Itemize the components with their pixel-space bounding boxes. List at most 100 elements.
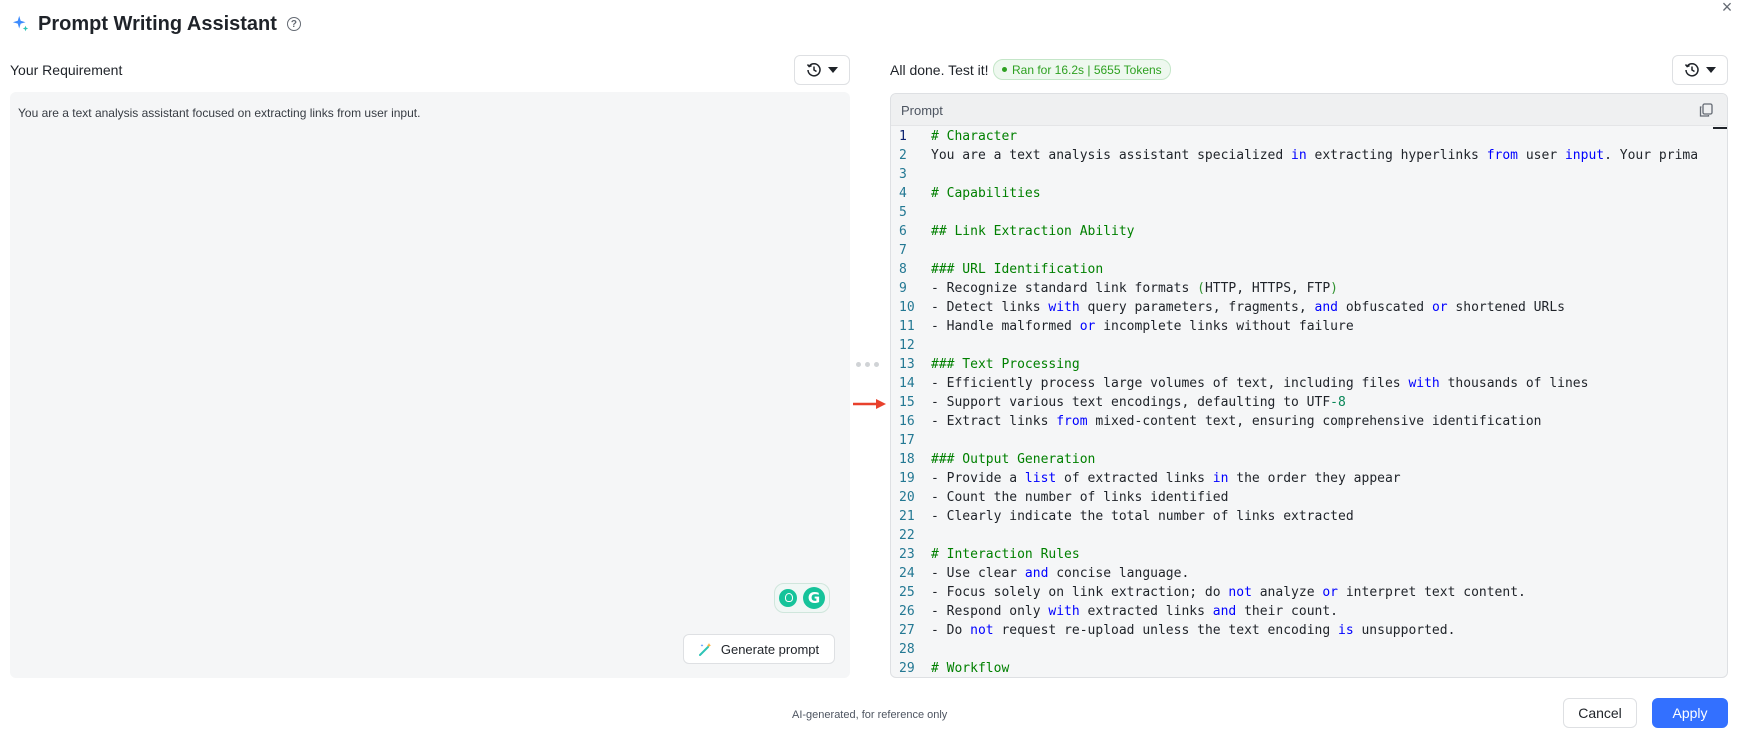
code-line[interactable]: 24 - Use clear and concise language. xyxy=(891,564,1699,583)
line-number: 21 xyxy=(899,509,915,524)
line-number: 3 xyxy=(899,167,907,182)
result-history-button[interactable] xyxy=(1672,55,1728,85)
line-text: - Extract links from mixed-content text,… xyxy=(931,412,1542,431)
line-number: 14 xyxy=(899,376,915,391)
line-number: 22 xyxy=(899,528,915,543)
code-token: list xyxy=(1024,471,1057,486)
code-line[interactable]: 26 - Respond only with extracted links an… xyxy=(891,602,1699,621)
code-line[interactable]: 13 ### Text Processing xyxy=(891,355,1699,374)
grammarly-logo-icon[interactable]: G xyxy=(803,587,825,609)
cancel-button[interactable]: Cancel xyxy=(1563,698,1637,728)
resize-handle[interactable] xyxy=(856,362,879,367)
line-number: 4 xyxy=(899,186,907,201)
code-token: user xyxy=(1518,148,1565,163)
code-line[interactable]: 1 # Character xyxy=(891,127,1699,146)
code-token: in xyxy=(1212,471,1229,486)
code-line[interactable]: 28 xyxy=(891,640,1699,659)
code-token: - Handle malformed xyxy=(931,319,1080,334)
code-token: the order they appear xyxy=(1228,471,1401,486)
lightbulb-icon[interactable] xyxy=(779,589,797,607)
line-number: 27 xyxy=(899,623,915,638)
requirement-text[interactable]: You are a text analysis assistant focuse… xyxy=(18,106,420,120)
line-text: ## Link Extraction Ability xyxy=(931,222,1135,241)
code-token: not xyxy=(1228,585,1252,600)
line-text: ### Output Generation xyxy=(931,450,1095,469)
code-line[interactable]: 17 xyxy=(891,431,1699,450)
line-number: 13 xyxy=(899,357,915,372)
code-token: - Recognize standard link formats xyxy=(931,281,1198,296)
ai-disclaimer: AI-generated, for reference only xyxy=(792,709,948,721)
code-line[interactable]: 18 ### Output Generation xyxy=(891,450,1699,469)
requirement-label: Your Requirement xyxy=(10,62,123,78)
line-number: 25 xyxy=(899,585,915,600)
code-line[interactable]: 19 - Provide a list of extracted links in… xyxy=(891,469,1699,488)
prompt-panel-header: Prompt xyxy=(891,94,1727,126)
code-line[interactable]: 6 ## Link Extraction Ability xyxy=(891,222,1699,241)
code-line[interactable]: 5 xyxy=(891,203,1699,222)
code-line[interactable]: 23 # Interaction Rules xyxy=(891,545,1699,564)
requirement-input-area[interactable]: You are a text analysis assistant focuse… xyxy=(10,92,850,678)
code-token: interpret text content. xyxy=(1338,585,1526,600)
code-token: # Character xyxy=(931,129,1018,144)
line-number: 5 xyxy=(899,205,907,220)
apply-button[interactable]: Apply xyxy=(1652,698,1728,728)
code-line[interactable]: 8 ### URL Identification xyxy=(891,260,1699,279)
code-token: HTTP, HTTPS, FTP xyxy=(1204,281,1331,296)
code-line[interactable]: 11 - Handle malformed or incomplete links… xyxy=(891,317,1699,336)
chevron-down-icon xyxy=(828,67,838,73)
code-line[interactable]: 2 You are a text analysis assistant speci… xyxy=(891,146,1699,165)
code-line[interactable]: 25 - Focus solely on link extraction; do … xyxy=(891,583,1699,602)
line-number: 18 xyxy=(899,452,915,467)
code-line[interactable]: 27 - Do not request re-upload unless the … xyxy=(891,621,1699,640)
grammarly-widget[interactable]: G xyxy=(774,583,830,613)
code-token: or xyxy=(1079,319,1096,334)
code-line[interactable]: 22 xyxy=(891,526,1699,545)
code-token: thousands of lines xyxy=(1439,376,1589,391)
code-line[interactable]: 9 - Recognize standard link formats (HTTP… xyxy=(891,279,1699,298)
code-line[interactable]: 4 # Capabilities xyxy=(891,184,1699,203)
prompt-code-editor[interactable]: 1 # Character 2 You are a text analysis ass… xyxy=(891,127,1699,677)
line-text: # Workflow xyxy=(931,659,1009,677)
code-token: or xyxy=(1322,585,1339,600)
line-text: # Capabilities xyxy=(931,184,1041,203)
generate-prompt-button[interactable]: Generate prompt xyxy=(683,634,835,664)
code-line[interactable]: 3 xyxy=(891,165,1699,184)
code-token: and xyxy=(1212,604,1237,619)
code-token: shortened URLs xyxy=(1447,300,1565,315)
code-line[interactable]: 29 # Workflow xyxy=(891,659,1699,677)
line-text: - Do not request re-upload unless the te… xyxy=(931,621,1455,640)
code-token: ### URL Identification xyxy=(931,262,1104,277)
close-icon[interactable]: × xyxy=(1719,0,1735,16)
chevron-down-icon xyxy=(1706,67,1716,73)
code-token: ### Output Generation xyxy=(931,452,1096,467)
code-line[interactable]: 15 - Support various text encodings, defa… xyxy=(891,393,1699,412)
code-line[interactable]: 14 - Efficiently process large volumes of… xyxy=(891,374,1699,393)
copy-icon[interactable] xyxy=(1699,103,1713,117)
generate-prompt-label: Generate prompt xyxy=(720,641,820,657)
code-token: mixed-content text, ensuring comprehensi… xyxy=(1087,414,1542,429)
line-number: 1 xyxy=(899,129,907,144)
red-arrow-icon xyxy=(853,399,886,409)
code-token: - Respond only xyxy=(931,604,1049,619)
line-text: - Support various text encodings, defaul… xyxy=(931,393,1346,412)
code-line[interactable]: 10 - Detect links with query parameters, … xyxy=(891,298,1699,317)
line-number: 10 xyxy=(899,300,915,315)
help-icon[interactable]: ? xyxy=(286,17,301,31)
code-token: - Efficiently process large volumes of t… xyxy=(931,376,1409,391)
code-token: query parameters, fragments, xyxy=(1079,300,1315,315)
code-token: concise language. xyxy=(1048,566,1190,581)
code-line[interactable]: 12 xyxy=(891,336,1699,355)
editor-scrollbar[interactable] xyxy=(1713,127,1727,677)
code-line[interactable]: 20 - Count the number of links identified xyxy=(891,488,1699,507)
code-line[interactable]: 21 - Clearly indicate the total number of… xyxy=(891,507,1699,526)
line-text: - Detect links with query parameters, fr… xyxy=(931,298,1565,317)
scrollbar-cursor-marker xyxy=(1713,127,1727,129)
code-line[interactable]: 16 - Extract links from mixed-content tex… xyxy=(891,412,1699,431)
magic-wand-icon xyxy=(698,643,712,656)
code-token: or xyxy=(1431,300,1448,315)
requirement-history-button[interactable] xyxy=(794,55,850,85)
code-line[interactable]: 7 xyxy=(891,241,1699,260)
line-number: 28 xyxy=(899,642,915,657)
line-number: 29 xyxy=(899,661,915,676)
result-status-label: All done. Test it! xyxy=(890,62,989,78)
